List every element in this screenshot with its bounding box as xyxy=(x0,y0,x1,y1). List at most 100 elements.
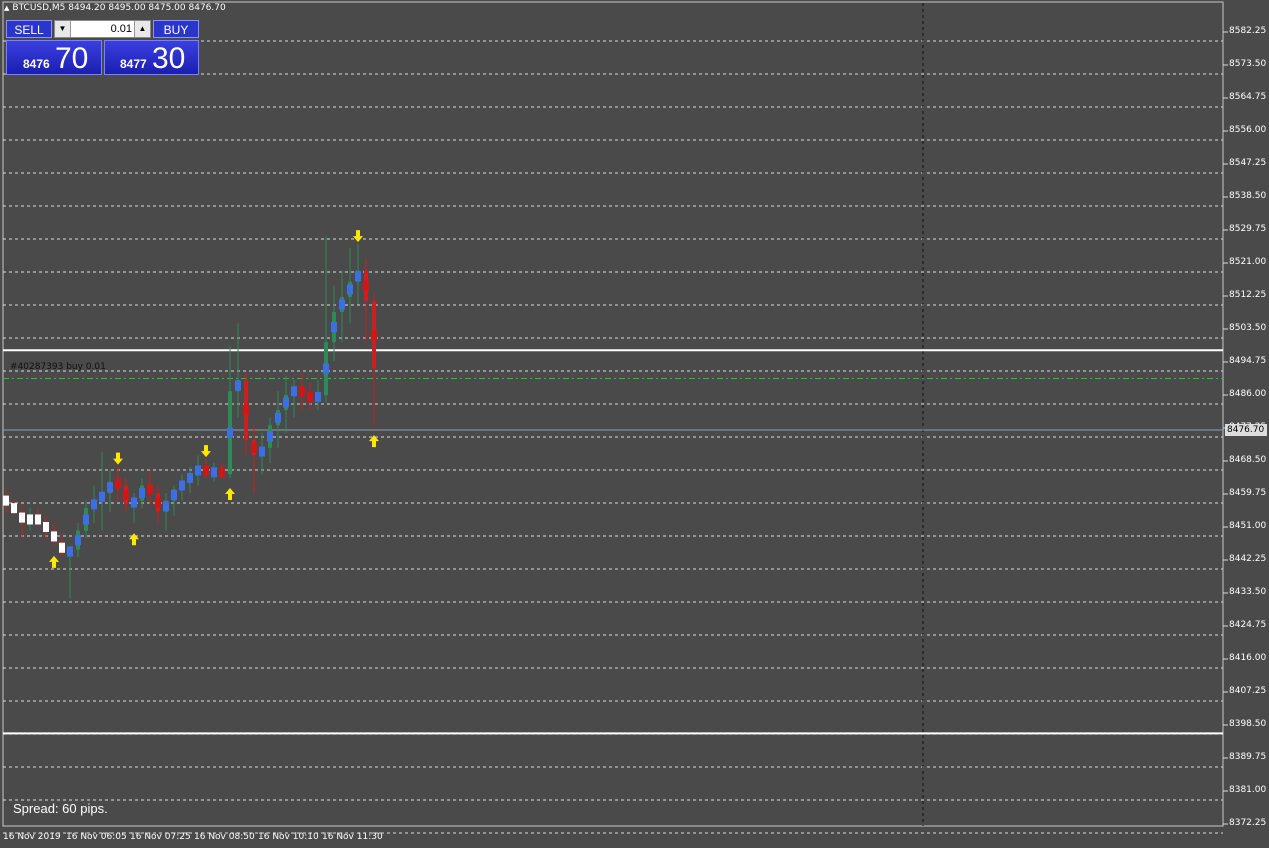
arrow-shape xyxy=(225,487,235,500)
trend-segment xyxy=(51,531,57,542)
trend-segment xyxy=(355,271,361,282)
trend-segment xyxy=(339,299,345,310)
trend-segment xyxy=(299,386,305,397)
current-price-tag: 8476.70 xyxy=(1225,424,1267,436)
price-tick-label: 8372.25 xyxy=(1229,818,1267,828)
trend-segment xyxy=(275,412,281,423)
price-tick-label: 8512.25 xyxy=(1229,290,1267,300)
trend-segment xyxy=(179,480,185,491)
order-line-label[interactable]: #40287393 buy 0.01 xyxy=(10,362,106,372)
price-tick-label: 8529.75 xyxy=(1229,224,1267,234)
lot-size-stepper[interactable]: ▼ ▲ xyxy=(54,20,151,38)
lot-size-input[interactable] xyxy=(72,21,132,37)
trend-segment xyxy=(211,467,217,478)
sell-button[interactable]: SELL xyxy=(6,20,52,38)
time-tick-label: 16 Nov 11:30 xyxy=(322,832,383,842)
time-tick-label: 16 Nov 08:50 xyxy=(194,832,255,842)
trend-segment xyxy=(155,497,161,508)
price-tick-label: 8398.50 xyxy=(1229,719,1267,729)
trend-segment xyxy=(27,514,33,525)
trend-segment xyxy=(163,501,169,512)
price-tick-label: 8573.50 xyxy=(1229,59,1267,69)
arrow-shape xyxy=(129,533,139,546)
price-tick-label: 8459.75 xyxy=(1229,488,1267,498)
sell-quote[interactable]: 8476 70 xyxy=(6,40,102,75)
trend-segment xyxy=(315,391,321,402)
sell-quote-small: 8476 xyxy=(23,57,50,71)
trend-segment xyxy=(123,489,129,500)
trend-segment xyxy=(99,491,105,502)
trend-segment xyxy=(235,380,241,391)
price-tick-label: 8556.00 xyxy=(1229,125,1267,135)
time-tick-label: 16 Nov 06:05 xyxy=(66,832,127,842)
trend-segment xyxy=(115,478,121,489)
price-chart[interactable] xyxy=(0,0,1269,848)
price-tick-label: 8451.00 xyxy=(1229,521,1267,531)
trend-segment xyxy=(251,442,257,453)
symbol-header: ▲ BTCUSD,M5 8494.20 8495.00 8475.00 8476.… xyxy=(4,3,226,13)
buy-signal-arrow-icon xyxy=(225,487,235,500)
trend-segment xyxy=(11,503,17,514)
trend-segment xyxy=(43,522,49,532)
trend-segment xyxy=(187,472,193,483)
price-tick-label: 8582.25 xyxy=(1229,26,1267,36)
trend-segment xyxy=(267,431,273,442)
trend-segment xyxy=(131,497,137,508)
sell-signal-arrow-icon xyxy=(353,230,363,243)
trend-segment xyxy=(139,488,145,499)
buy-button[interactable]: BUY xyxy=(153,20,199,38)
collapse-triangle-icon[interactable]: ▲ xyxy=(4,4,9,12)
price-tick-label: 8433.50 xyxy=(1229,587,1267,597)
trend-segment xyxy=(291,386,297,397)
signal-arrows xyxy=(49,230,379,568)
trend-indicator xyxy=(3,271,377,557)
buy-quote[interactable]: 8477 30 xyxy=(104,40,199,75)
trend-segment xyxy=(227,427,233,438)
arrow-shape xyxy=(201,445,211,458)
sell-signal-arrow-icon xyxy=(113,452,123,465)
buy-quote-small: 8477 xyxy=(120,57,147,71)
trend-segment xyxy=(19,512,25,523)
chart-frame xyxy=(2,1,1224,827)
trend-segment xyxy=(195,465,201,476)
buy-quote-big: 30 xyxy=(152,42,186,75)
trend-segment xyxy=(91,499,97,510)
spread-info: Spread: 60 pips. xyxy=(13,801,108,816)
trend-segment xyxy=(35,514,41,525)
trend-segment xyxy=(371,329,377,340)
price-tick-label: 8486.00 xyxy=(1229,389,1267,399)
trend-segment xyxy=(283,397,289,408)
price-tick-label: 8521.00 xyxy=(1229,257,1267,267)
trend-segment xyxy=(171,489,177,500)
time-tick-label: 16 Nov 07:25 xyxy=(130,832,191,842)
trend-segment xyxy=(323,363,329,374)
price-tick-label: 8547.25 xyxy=(1229,158,1267,168)
time-tick-label: 16 Nov 2019 xyxy=(3,832,61,842)
trend-segment xyxy=(243,405,249,416)
one-click-trading-panel: SELL ▼ ▲ BUY 8476 70 8477 30 xyxy=(6,20,199,76)
trend-segment xyxy=(59,542,65,553)
buy-signal-arrow-icon xyxy=(49,555,59,568)
trend-segment xyxy=(75,535,81,546)
lot-decrease-icon[interactable]: ▼ xyxy=(55,21,71,37)
price-tick-label: 8389.75 xyxy=(1229,752,1267,762)
trend-segment xyxy=(331,322,337,333)
time-tick-label: 16 Nov 10:10 xyxy=(258,832,319,842)
lot-increase-icon[interactable]: ▲ xyxy=(134,21,150,37)
trend-segment xyxy=(147,484,153,495)
price-tick-label: 8407.25 xyxy=(1229,686,1267,696)
sell-quote-big: 70 xyxy=(55,42,89,75)
trend-segment xyxy=(107,482,113,493)
trend-segment xyxy=(203,465,209,476)
price-tick-label: 8564.75 xyxy=(1229,92,1267,102)
arrow-shape xyxy=(353,230,363,243)
trend-segment xyxy=(259,446,265,457)
trend-segment xyxy=(83,514,89,525)
trend-segment xyxy=(219,467,225,478)
arrow-shape xyxy=(113,452,123,465)
sell-signal-arrow-icon xyxy=(201,445,211,458)
buy-signal-arrow-icon xyxy=(129,533,139,546)
price-tick-label: 8468.50 xyxy=(1229,455,1267,465)
price-tick-label: 8538.50 xyxy=(1229,191,1267,201)
arrow-shape xyxy=(49,555,59,568)
